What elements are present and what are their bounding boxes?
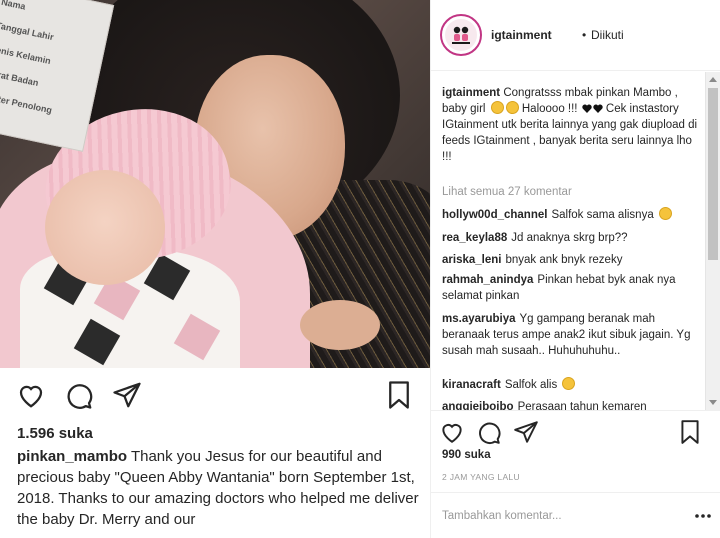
scroll-thumb[interactable] [708, 88, 718, 260]
avatar-logo-icon [452, 26, 470, 44]
scroll-up-icon[interactable] [709, 77, 717, 82]
share-icon[interactable] [112, 380, 142, 410]
caption-username[interactable]: pinkan_mambo [17, 448, 127, 465]
comment-username[interactable]: ms.ayarubiya [442, 313, 516, 325]
post-header: igtainment • Diikuti [431, 0, 720, 71]
post-photo: Nama Tanggal Lahir Jenis Kelamin Berat B… [0, 0, 430, 368]
comment-item: ariska_leni bnyak ank bnyk rezeky [442, 252, 704, 268]
emoji-icon [490, 101, 504, 114]
comment-text: Salfok sama alisnya [551, 209, 654, 221]
header-username[interactable]: igtainment [491, 28, 552, 42]
post-caption: igtainment Congratsss mbak pinkan Mambo … [442, 85, 704, 165]
emoji-icon [658, 207, 672, 220]
follow-status-button[interactable]: Diikuti [591, 28, 624, 42]
comment-item: rahmah_anindya Pinkan hebat byk anak nya … [442, 272, 704, 304]
caption-username[interactable]: igtainment [442, 87, 500, 99]
comment-icon[interactable] [64, 380, 94, 410]
bookmark-icon[interactable] [677, 419, 703, 445]
card-label: Dokter Penolong [0, 90, 53, 116]
comment-username[interactable]: anggieibojbo [442, 401, 514, 410]
comment-text: Salfok alis [504, 379, 558, 391]
comment-icon[interactable] [476, 419, 502, 445]
background-post: Nama Tanggal Lahir Jenis Kelamin Berat B… [0, 0, 430, 538]
comment-item: anggieibojbo Perasaan tahun kemaren [442, 399, 704, 410]
bookmark-icon[interactable] [384, 380, 414, 410]
comment-item: rea_keyla88 Jd anaknya skrg brp?? [442, 230, 704, 246]
avatar[interactable] [440, 14, 482, 56]
emoji-icon [562, 377, 576, 390]
comment-text: Jd anaknya skrg brp?? [511, 232, 628, 244]
comment-username[interactable]: rea_keyla88 [442, 232, 507, 244]
photo-hand [300, 300, 380, 350]
comment-input[interactable] [442, 507, 682, 525]
comments-scrollbar[interactable] [705, 72, 720, 410]
post-action-bar [431, 410, 720, 454]
card-label: Nama [0, 0, 27, 12]
black-heart-icon [582, 104, 592, 113]
comment-username[interactable]: ariska_leni [442, 254, 501, 266]
black-heart-icon [593, 104, 603, 113]
header-separator: • [582, 28, 587, 42]
card-label: Tanggal Lahir [0, 20, 55, 43]
more-options-icon[interactable] [693, 507, 713, 525]
caption-text: Haloooo !!! [521, 103, 578, 115]
comment-username[interactable]: hollyw00d_channel [442, 209, 547, 221]
card-label: Berat Badan [0, 67, 40, 88]
comments-list: igtainment Congratsss mbak pinkan Mambo … [431, 72, 720, 410]
photo-baby-face [45, 170, 165, 285]
comment-username[interactable]: kiranacraft [442, 379, 501, 391]
card-label: Jenis Kelamin [0, 43, 52, 67]
view-all-comments-link[interactable]: Lihat semua 27 komentar [442, 186, 572, 198]
comment-text: Perasaan tahun kemaren [517, 401, 647, 410]
share-icon[interactable] [513, 419, 539, 445]
comment-item: hollyw00d_channel Salfok sama alisnya [442, 207, 704, 223]
background-caption: pinkan_mambo Thank you Jesus for our bea… [17, 446, 422, 530]
post-timestamp[interactable]: 2 JAM YANG LALU [442, 472, 520, 482]
background-action-bar [0, 368, 430, 420]
emoji-icon [505, 101, 519, 114]
heart-icon[interactable] [16, 380, 46, 410]
post-panel: igtainment • Diikuti igtainment Congrats… [430, 0, 720, 538]
background-likes[interactable]: 1.596 suka [17, 425, 93, 442]
comment-text: bnyak ank bnyk rezeky [505, 254, 623, 266]
scroll-down-icon[interactable] [709, 400, 717, 405]
comment-item: kiranacraft Salfok alis [442, 377, 704, 393]
comment-username[interactable]: rahmah_anindya [442, 274, 533, 286]
add-comment-bar [431, 492, 720, 538]
heart-icon[interactable] [439, 419, 465, 445]
comment-item: ms.ayarubiya Yg gampang beranak mah beran… [442, 311, 704, 359]
likes-count[interactable]: 990 suka [442, 449, 491, 461]
